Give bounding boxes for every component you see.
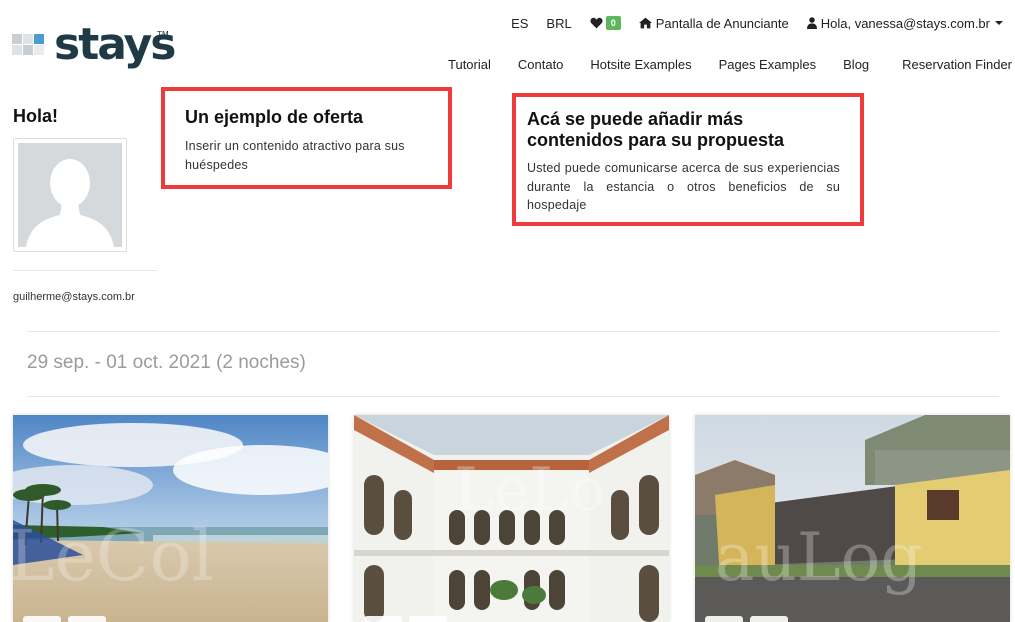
user-menu-toggle[interactable]: Hola, vanessa@stays.com.br — [806, 15, 1003, 31]
language-selector[interactable]: ES — [511, 16, 528, 31]
card-tag — [364, 616, 402, 622]
wooden-houses-photo: auLog — [695, 415, 1010, 622]
offer-title: Acá se puede añadir más contenidos para … — [527, 109, 785, 150]
user-placeholder-icon — [26, 159, 114, 247]
offer-box-2: Acá se puede añadir más contenidos para … — [512, 93, 864, 226]
property-card[interactable]: auLog — [695, 415, 1010, 622]
language-label: ES — [511, 15, 529, 31]
heart-icon — [590, 17, 603, 29]
favorites-count-badge: 0 — [605, 16, 621, 30]
card-tag — [409, 616, 447, 622]
property-card[interactable]: LeCol — [13, 415, 328, 622]
main-nav: Tutorial Contato Hotsite Examples Pages … — [448, 57, 1012, 77]
nav-item-reservation-finder[interactable]: Reservation Finder — [902, 57, 1012, 77]
advertiser-panel-link[interactable]: Pantalla de Anunciante — [638, 15, 789, 31]
offer-text: Inserir un contenido atractivo para sus … — [185, 139, 405, 172]
nav-item-blog[interactable]: Blog — [843, 57, 869, 77]
card-tag — [23, 616, 61, 622]
offer-title: Un ejemplo de oferta — [185, 107, 364, 127]
offer-box-1: Un ejemplo de oferta Inserir un contenid… — [161, 87, 452, 189]
booking-dates: 29 sep. - 01 oct. 2021 (2 noches) — [27, 352, 306, 373]
svg-text:auLog: auLog — [715, 519, 923, 596]
advertiser-panel-label: Pantalla de Anunciante — [655, 15, 789, 31]
card-tag — [705, 616, 743, 622]
section-divider — [27, 331, 999, 332]
user-icon — [806, 17, 817, 29]
logo-mark-icon — [12, 34, 48, 60]
profile-divider — [13, 270, 157, 271]
top-utility-bar: ES BRL 0 Pantalla de Anunciante Hola, va… — [511, 13, 1003, 33]
currency-selector[interactable]: BRL — [546, 16, 571, 31]
favorites-button[interactable]: 0 — [590, 16, 621, 30]
stays-logo[interactable]: stays TM — [12, 19, 176, 72]
user-greeting: Hola, vanessa@stays.com.br — [820, 15, 990, 31]
nav-item-hotsite-examples[interactable]: Hotsite Examples — [590, 57, 691, 77]
nav-item-contato[interactable]: Contato — [518, 57, 564, 77]
svg-text:LeLo: LeLo — [454, 455, 605, 525]
offer-text: Usted puede comunicarse acerca de sus ex… — [527, 161, 840, 212]
svg-text:LeCol: LeCol — [13, 515, 214, 597]
nav-item-tutorial[interactable]: Tutorial — [448, 57, 491, 77]
profile-greeting-title: Hola! — [13, 106, 58, 126]
home-icon — [638, 17, 652, 29]
logo-wordmark: stays — [54, 19, 176, 70]
logo-trademark: TM — [157, 30, 169, 39]
card-tag — [68, 616, 106, 622]
section-divider — [27, 396, 999, 397]
beach-photo: LeCol — [13, 415, 328, 622]
profile-email: guilherme@stays.com.br — [13, 291, 135, 303]
avatar — [13, 138, 127, 252]
colonial-courtyard-photo: LeLo — [354, 415, 669, 622]
property-card[interactable]: LeLo — [354, 415, 669, 622]
card-tag — [750, 616, 788, 622]
chevron-down-icon — [995, 21, 1003, 25]
nav-item-pages-examples[interactable]: Pages Examples — [719, 57, 817, 77]
currency-label: BRL — [546, 15, 572, 31]
